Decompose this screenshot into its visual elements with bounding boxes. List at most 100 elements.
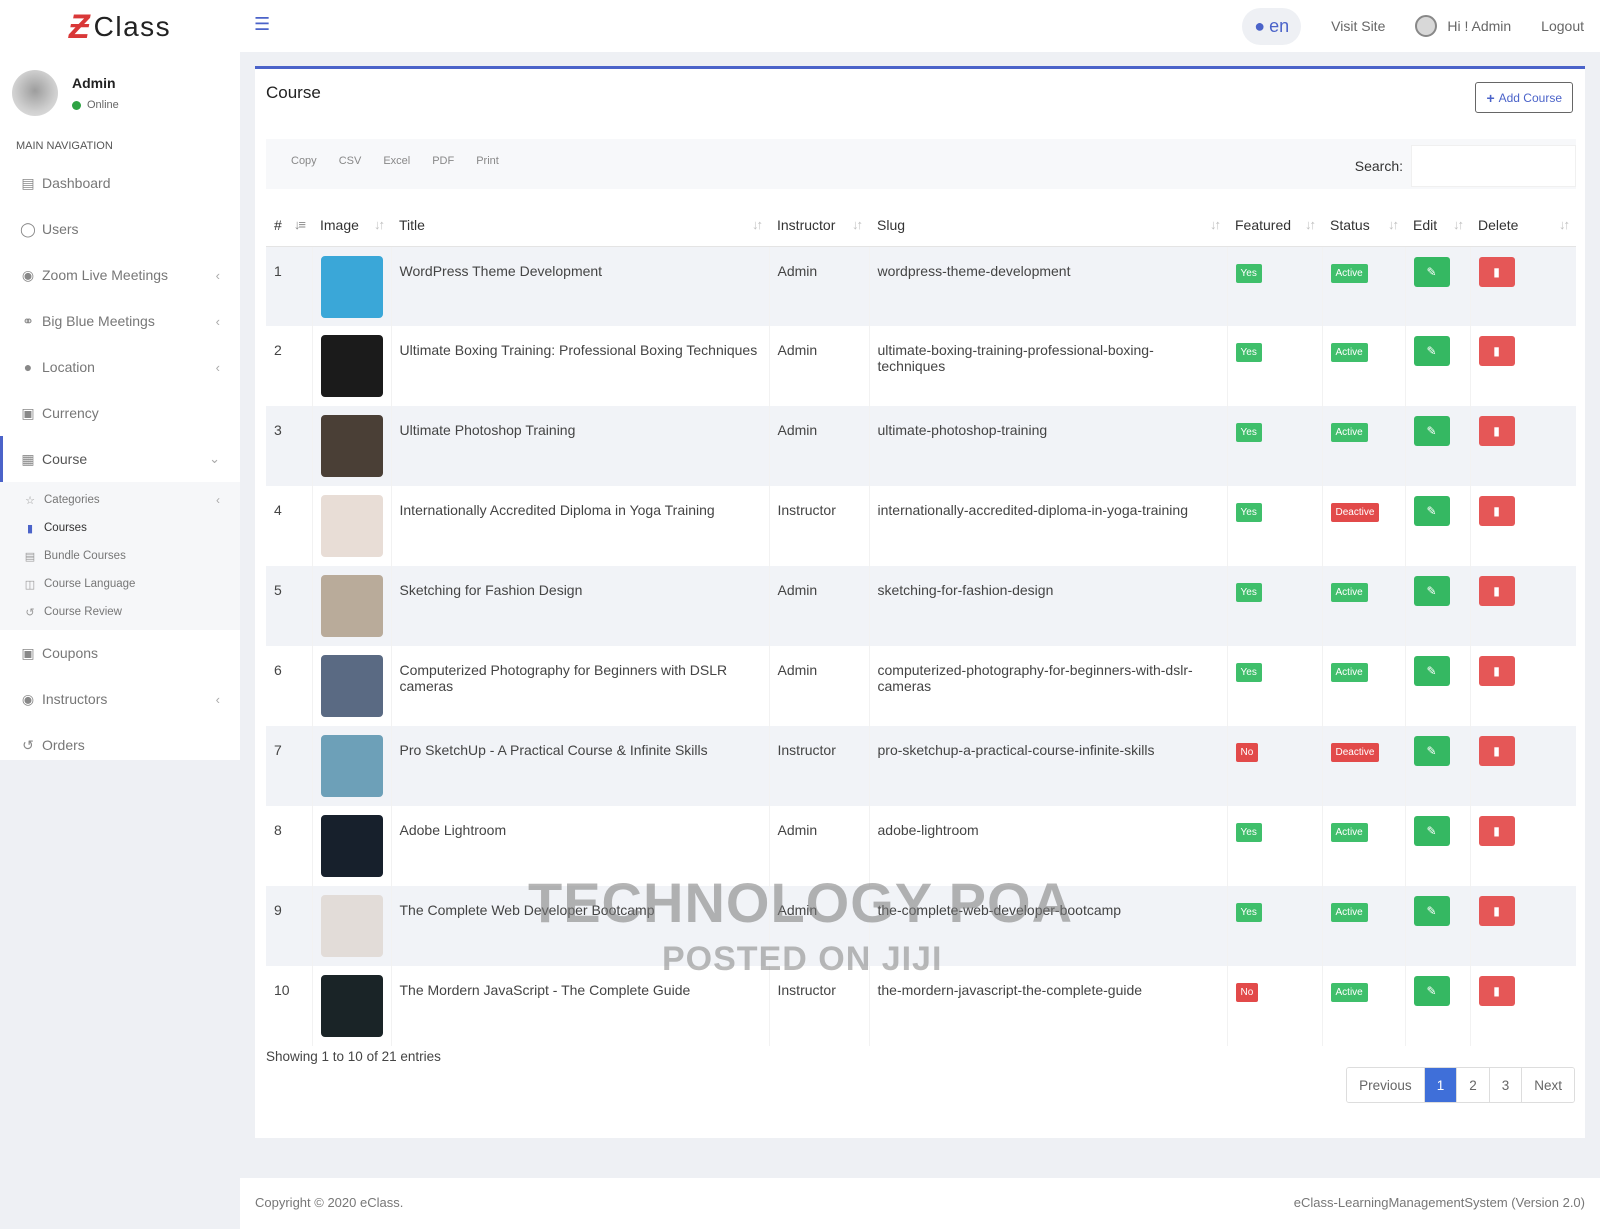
course-thumbnail[interactable] bbox=[320, 895, 383, 957]
status-badge[interactable]: Active bbox=[1330, 663, 1368, 682]
hamburger-menu-icon[interactable]: ☰ bbox=[254, 14, 270, 35]
sidebar-item-orders[interactable]: ↺ Orders bbox=[0, 722, 240, 768]
search-input[interactable] bbox=[1411, 145, 1576, 187]
app-logo[interactable]: Ƶ Class bbox=[0, 0, 240, 54]
status-badge[interactable]: Active bbox=[1330, 423, 1368, 442]
status-badge[interactable]: Active bbox=[1330, 343, 1368, 362]
edit-button[interactable]: ✎ bbox=[1413, 656, 1450, 686]
edit-button[interactable]: ✎ bbox=[1413, 976, 1450, 1006]
language-selector[interactable]: ● en bbox=[1242, 7, 1302, 45]
featured-badge[interactable]: Yes bbox=[1235, 263, 1262, 283]
delete-button[interactable]: ▮ bbox=[1478, 736, 1515, 766]
edit-button[interactable]: ✎ bbox=[1413, 816, 1450, 846]
course-thumbnail[interactable] bbox=[320, 655, 383, 717]
course-thumbnail[interactable] bbox=[320, 815, 383, 877]
logout-link[interactable]: Logout bbox=[1541, 18, 1584, 34]
sidebar-subitem-categories[interactable]: ☆ Categories ‹ bbox=[0, 486, 240, 514]
print-button[interactable]: Print bbox=[465, 151, 510, 171]
edit-button[interactable]: ✎ bbox=[1413, 336, 1450, 366]
column-header-image[interactable]: Image ↓↑ bbox=[312, 205, 391, 247]
featured-badge[interactable]: Yes bbox=[1235, 663, 1262, 682]
column-header-label: Edit bbox=[1413, 217, 1438, 234]
featured-badge[interactable]: No bbox=[1235, 983, 1259, 1002]
sidebar-item-dashboard[interactable]: ▤ Dashboard bbox=[0, 160, 240, 206]
featured-badge[interactable]: Yes bbox=[1235, 423, 1262, 442]
featured-badge[interactable]: No bbox=[1235, 743, 1259, 762]
pagination-page-3[interactable]: 3 bbox=[1489, 1068, 1523, 1102]
search-label: Search: bbox=[1354, 158, 1403, 174]
delete-button[interactable]: ▮ bbox=[1478, 336, 1515, 366]
edit-button[interactable]: ✎ bbox=[1413, 896, 1450, 926]
column-header-edit[interactable]: Edit ↓↑ bbox=[1405, 205, 1470, 247]
column-header-featured[interactable]: Featured ↓↑ bbox=[1227, 205, 1322, 247]
course-thumbnail[interactable] bbox=[320, 975, 383, 1037]
sidebar-subitem-course-language[interactable]: ◫ Course Language bbox=[0, 570, 240, 598]
column-header-slug[interactable]: Slug ↓↑ bbox=[869, 205, 1227, 247]
pagination-previous[interactable]: Previous bbox=[1347, 1068, 1425, 1102]
sidebar-item-location[interactable]: ● Location ‹ bbox=[0, 344, 240, 390]
money-icon: ▣ bbox=[21, 404, 35, 421]
column-header-title[interactable]: Title ↓↑ bbox=[391, 205, 769, 247]
sidebar-item-users[interactable]: ◯ Users bbox=[0, 206, 240, 252]
globe-icon: ● bbox=[23, 359, 33, 375]
column-header-instructor[interactable]: Instructor ↓↑ bbox=[769, 205, 869, 247]
delete-button[interactable]: ▮ bbox=[1478, 896, 1515, 926]
course-thumbnail[interactable] bbox=[320, 335, 383, 397]
sidebar-item-coupons[interactable]: ▣ Coupons bbox=[0, 630, 240, 676]
delete-button[interactable]: ▮ bbox=[1478, 576, 1515, 606]
add-course-button[interactable]: + Add Course bbox=[1475, 82, 1573, 113]
delete-button[interactable]: ▮ bbox=[1478, 656, 1515, 686]
sidebar-item-course[interactable]: ▦ Course ⌄ bbox=[0, 436, 240, 482]
status-badge[interactable]: Deactive bbox=[1330, 503, 1380, 522]
sidebar-subitem-course-review[interactable]: ↺ Course Review bbox=[0, 598, 240, 626]
featured-badge[interactable]: Yes bbox=[1235, 503, 1262, 522]
edit-button[interactable]: ✎ bbox=[1413, 416, 1450, 446]
featured-badge[interactable]: Yes bbox=[1235, 903, 1262, 922]
pagination-page-2[interactable]: 2 bbox=[1457, 1068, 1490, 1102]
edit-button[interactable]: ✎ bbox=[1413, 496, 1450, 526]
featured-badge[interactable]: Yes bbox=[1235, 823, 1262, 842]
delete-button[interactable]: ▮ bbox=[1478, 256, 1515, 287]
status-badge[interactable]: Active bbox=[1330, 263, 1368, 283]
course-thumbnail[interactable] bbox=[320, 495, 383, 557]
status-badge[interactable]: Active bbox=[1330, 983, 1368, 1002]
sidebar-subitem-courses[interactable]: ▮ Courses bbox=[0, 514, 240, 542]
course-thumbnail[interactable] bbox=[320, 415, 383, 477]
edit-button[interactable]: ✎ bbox=[1413, 576, 1450, 606]
status-badge[interactable]: Deactive bbox=[1330, 743, 1380, 762]
pdf-button[interactable]: PDF bbox=[421, 151, 465, 171]
delete-button[interactable]: ▮ bbox=[1478, 816, 1515, 846]
status-badge[interactable]: Active bbox=[1330, 903, 1368, 922]
sidebar-item-instructors[interactable]: ◉ Instructors ‹ bbox=[0, 676, 240, 722]
sidebar-item-zoom-live-meetings[interactable]: ◉ Zoom Live Meetings ‹ bbox=[0, 252, 240, 298]
status-badge[interactable]: Active bbox=[1330, 823, 1368, 842]
column-header-number[interactable]: # ↓≡ bbox=[266, 205, 312, 247]
course-thumbnail[interactable] bbox=[320, 735, 383, 797]
delete-button[interactable]: ▮ bbox=[1478, 976, 1515, 1006]
add-course-label: Add Course bbox=[1498, 90, 1562, 105]
excel-button[interactable]: Excel bbox=[372, 151, 421, 171]
featured-badge[interactable]: Yes bbox=[1235, 343, 1262, 362]
delete-button[interactable]: ▮ bbox=[1478, 496, 1515, 526]
course-thumbnail[interactable] bbox=[320, 255, 383, 318]
pagination-next[interactable]: Next bbox=[1522, 1068, 1574, 1102]
user-name: Admin bbox=[72, 75, 116, 91]
cell-instructor: Admin bbox=[769, 326, 870, 406]
csv-button[interactable]: CSV bbox=[328, 151, 373, 171]
pagination-page-1[interactable]: 1 bbox=[1424, 1068, 1458, 1102]
edit-button[interactable]: ✎ bbox=[1413, 256, 1450, 287]
featured-badge[interactable]: Yes bbox=[1235, 583, 1262, 602]
delete-button[interactable]: ▮ bbox=[1478, 416, 1515, 446]
column-header-delete[interactable]: Delete ↓↑ bbox=[1470, 205, 1576, 247]
visit-site-link[interactable]: Visit Site bbox=[1331, 18, 1385, 34]
status-badge[interactable]: Active bbox=[1330, 583, 1368, 602]
copy-button[interactable]: Copy bbox=[280, 151, 328, 171]
edit-button[interactable]: ✎ bbox=[1413, 736, 1450, 766]
sidebar-item-big-blue-meetings[interactable]: ⚭ Big Blue Meetings ‹ bbox=[0, 298, 240, 344]
column-header-status[interactable]: Status ↓↑ bbox=[1322, 205, 1405, 247]
logo-text: Class bbox=[93, 11, 172, 42]
admin-menu[interactable]: Hi ! Admin bbox=[1415, 15, 1511, 37]
sidebar-subitem-bundle-courses[interactable]: ▤ Bundle Courses bbox=[0, 542, 240, 570]
sidebar-item-currency[interactable]: ▣ Currency bbox=[0, 390, 240, 436]
course-thumbnail[interactable] bbox=[320, 575, 383, 637]
